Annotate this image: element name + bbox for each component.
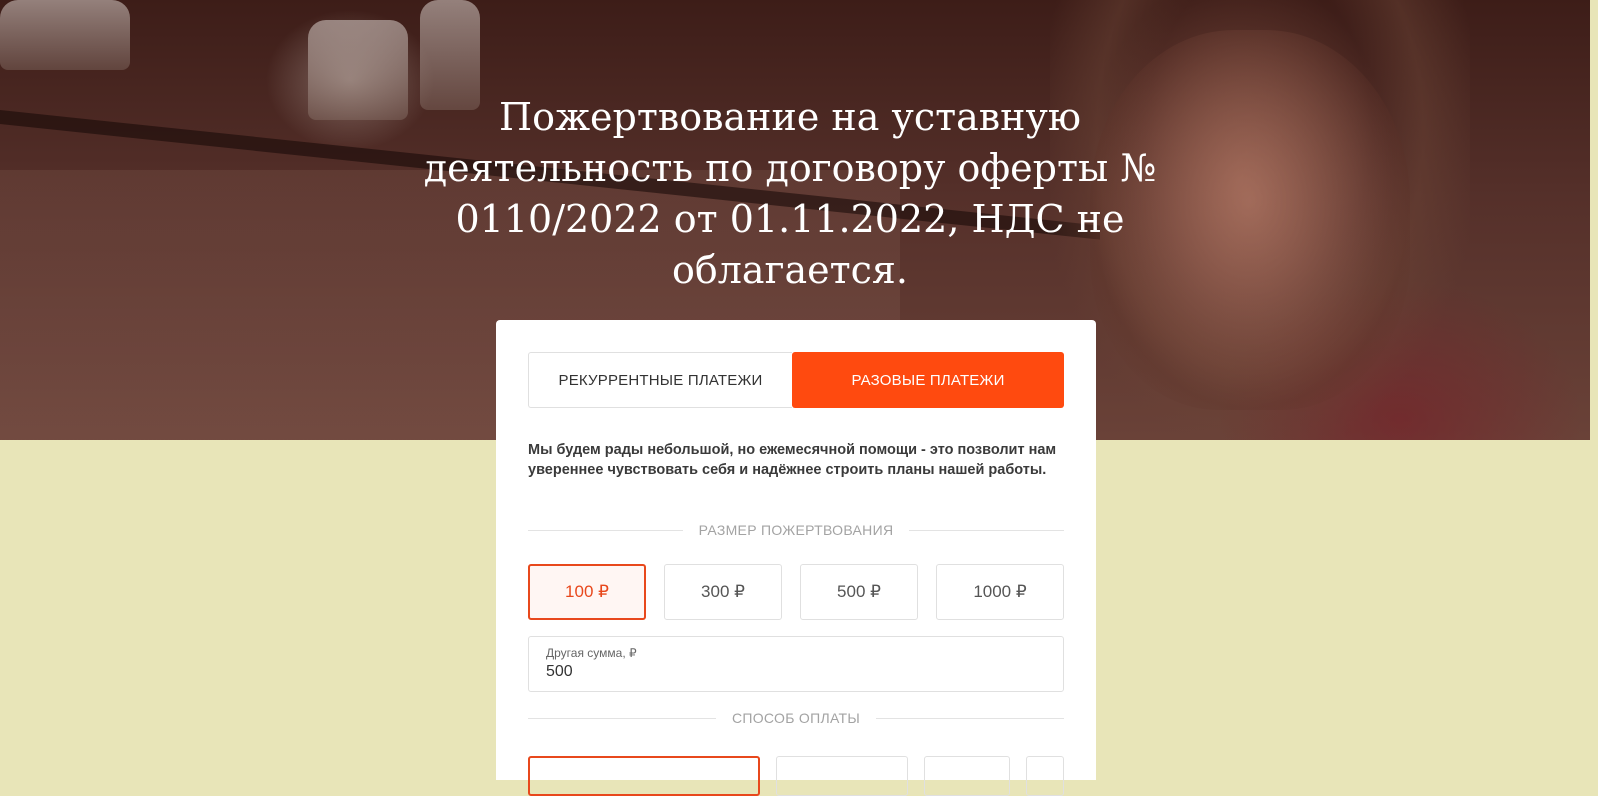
page-title: Пожертвование на уставную деятельность п… bbox=[423, 95, 1157, 292]
hero-background-jar bbox=[308, 20, 408, 120]
divider bbox=[876, 717, 1064, 719]
payment-method-options bbox=[528, 756, 1064, 796]
other-amount-input[interactable] bbox=[546, 663, 1026, 681]
payment-method-option[interactable] bbox=[924, 756, 1010, 796]
amount-option-1000[interactable]: 1000 ₽ bbox=[936, 564, 1064, 620]
intro-text: Мы будем рады небольшой, но ежемесячной … bbox=[528, 442, 1057, 478]
donation-amount-label: РАЗМЕР ПОЖЕРТВОВАНИЯ bbox=[698, 522, 894, 538]
divider bbox=[528, 717, 716, 719]
payment-method-option[interactable] bbox=[528, 756, 760, 796]
payment-method-section-label: СПОСОБ ОПЛАТЫ bbox=[528, 710, 1064, 726]
amount-options: 100 ₽ 300 ₽ 500 ₽ 1000 ₽ bbox=[528, 564, 1064, 620]
tab-one-time-payments[interactable]: РАЗОВЫЕ ПЛАТЕЖИ bbox=[792, 352, 1064, 408]
amount-option-300[interactable]: 300 ₽ bbox=[664, 564, 782, 620]
donation-amount-section-label: РАЗМЕР ПОЖЕРТВОВАНИЯ bbox=[528, 522, 1065, 538]
tab-recurring-payments[interactable]: РЕКУРРЕНТНЫЕ ПЛАТЕЖИ bbox=[528, 352, 792, 408]
amount-option-500[interactable]: 500 ₽ bbox=[800, 564, 918, 620]
donation-form-card: РЕКУРРЕНТНЫЕ ПЛАТЕЖИ РАЗОВЫЕ ПЛАТЕЖИ Мы … bbox=[496, 320, 1096, 796]
divider bbox=[909, 529, 1065, 531]
divider bbox=[528, 529, 683, 531]
payment-type-tabs: РЕКУРРЕНТНЫЕ ПЛАТЕЖИ РАЗОВЫЕ ПЛАТЕЖИ bbox=[528, 352, 1064, 408]
hero-background-jar bbox=[0, 0, 130, 70]
payment-method-option[interactable] bbox=[1026, 756, 1064, 796]
other-amount-field[interactable]: Другая сумма, ₽ bbox=[528, 636, 1064, 692]
payment-method-option[interactable] bbox=[776, 756, 908, 796]
payment-method-label: СПОСОБ ОПЛАТЫ bbox=[731, 710, 861, 726]
other-amount-label: Другая сумма, ₽ bbox=[546, 646, 637, 660]
amount-option-100[interactable]: 100 ₽ bbox=[528, 564, 646, 620]
